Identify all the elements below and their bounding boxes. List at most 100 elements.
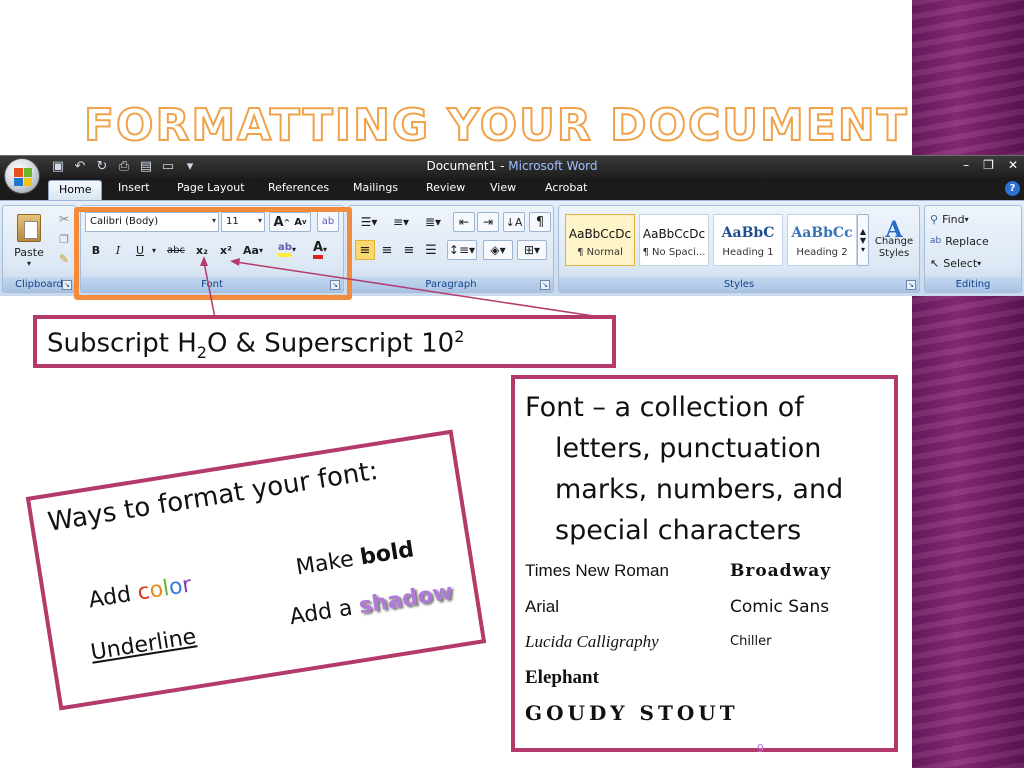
styles-group: AaBbCcDc ¶ Normal AaBbCcDc ¶ No Spaci...…: [558, 205, 920, 293]
sample-lucida-calligraphy: Lucida Calligraphy: [525, 632, 659, 651]
scroll-down-icon: ▼: [859, 235, 867, 245]
style-no-spacing-name: ¶ No Spaci...: [642, 247, 706, 258]
style-no-spacing-sample: AaBbCcDc: [642, 227, 706, 241]
paragraph-group-label: Paragraph: [349, 277, 553, 292]
styles-label-text: Styles: [723, 279, 755, 290]
style-no-spacing[interactable]: AaBbCcDc ¶ No Spaci...: [639, 214, 709, 266]
close-button[interactable]: ✕: [1008, 158, 1018, 172]
add-label: Add: [86, 580, 140, 614]
change-case-label: Aa: [243, 243, 259, 257]
font-name-dropdown-icon: ▾: [211, 216, 216, 225]
align-center-icon[interactable]: ≡: [377, 240, 397, 260]
bullets-icon[interactable]: ☰▾: [355, 212, 383, 232]
make-label: Make: [294, 545, 363, 581]
tab-review[interactable]: Review: [426, 181, 465, 194]
subscript-button[interactable]: x₂: [191, 240, 213, 260]
tab-insert[interactable]: Insert: [118, 181, 150, 194]
align-left-icon[interactable]: ≡: [355, 240, 375, 260]
style-heading-2[interactable]: AaBbCc Heading 2: [787, 214, 857, 266]
change-styles-button[interactable]: A Change Styles: [871, 210, 917, 274]
window-controls: – ❐ ✕: [963, 158, 1018, 172]
cut-icon[interactable]: ✂: [55, 210, 73, 228]
font-name-select[interactable]: Calibri (Body) ▾: [85, 212, 219, 232]
definition-line-2: letters, punctuation: [555, 433, 822, 464]
paste-button[interactable]: Paste ▾: [7, 210, 51, 272]
editing-label-text: Editing: [955, 279, 991, 290]
replace-button[interactable]: ab Replace: [929, 232, 990, 250]
font-color-button[interactable]: A ▾: [305, 238, 335, 260]
bold-button[interactable]: B: [87, 240, 105, 260]
font-group: Calibri (Body) ▾ 11 ▾ A ^ Av ab B I U ▾ a…: [80, 205, 344, 293]
font-launcher-icon[interactable]: ↘: [330, 280, 340, 290]
font-color-icon: A: [312, 240, 324, 259]
more-styles-icon: ▾: [860, 244, 865, 254]
underline-button[interactable]: U: [131, 240, 149, 260]
grow-font-caret-icon: ^: [283, 217, 291, 227]
select-button[interactable]: ↖ Select ▾: [929, 254, 982, 272]
paragraph-launcher-icon[interactable]: ↘: [540, 280, 550, 290]
tab-mailings[interactable]: Mailings: [353, 181, 398, 194]
styles-launcher-icon[interactable]: ↘: [906, 280, 916, 290]
numbering-icon[interactable]: ≡▾: [387, 212, 415, 232]
tab-acrobat[interactable]: Acrobat: [545, 181, 587, 194]
sample-comic-sans: Comic Sans: [730, 597, 830, 617]
style-normal[interactable]: AaBbCcDc ¶ Normal: [565, 214, 635, 266]
italic-button[interactable]: I: [109, 240, 127, 260]
show-hide-pilcrow-icon[interactable]: ¶: [529, 212, 551, 232]
clipboard-launcher-icon[interactable]: ↘: [62, 280, 72, 290]
shading-icon[interactable]: ◈▾: [483, 240, 513, 260]
justify-icon[interactable]: ☰: [421, 240, 441, 260]
decorative-side-band: [912, 0, 1024, 768]
subscript-text-part1: Subscript H: [47, 328, 197, 359]
multilevel-list-icon[interactable]: ≣▾: [419, 212, 447, 232]
restore-button[interactable]: ❐: [983, 158, 994, 172]
subscript-superscript-callout: Subscript H2O & Superscript 102: [33, 315, 616, 368]
borders-icon[interactable]: ⊞▾: [517, 240, 547, 260]
find-dropdown-icon: ▾: [964, 214, 969, 224]
align-right-icon[interactable]: ≡: [399, 240, 419, 260]
replace-label: Replace: [945, 234, 989, 248]
sample-goudy-stout: GOUDY STOUT: [525, 701, 739, 725]
help-icon[interactable]: ?: [1005, 181, 1020, 196]
tab-home[interactable]: Home: [48, 180, 103, 200]
slide-number: 9: [757, 742, 764, 755]
superscript-button[interactable]: x²: [215, 240, 237, 260]
find-button[interactable]: ⚲ Find ▾: [929, 210, 970, 228]
shrink-font-button[interactable]: A: [294, 217, 302, 228]
format-painter-icon[interactable]: ✎: [55, 250, 73, 268]
tab-page-layout[interactable]: Page Layout: [177, 181, 245, 194]
highlighter-icon: ab: [278, 242, 292, 257]
strikethrough-button[interactable]: abc: [163, 240, 189, 260]
style-normal-sample: AaBbCcDc: [568, 227, 632, 241]
minimize-button[interactable]: –: [963, 158, 969, 172]
sample-times-new-roman: Times New Roman: [525, 561, 669, 580]
font-color-dropdown-icon: ▾: [323, 244, 328, 254]
copy-icon[interactable]: ❐: [55, 230, 73, 248]
office-button[interactable]: [4, 158, 40, 194]
increase-indent-icon[interactable]: ⇥: [477, 212, 499, 232]
style-heading-1[interactable]: AaBbC Heading 1: [713, 214, 783, 266]
decrease-indent-icon[interactable]: ⇤: [453, 212, 475, 232]
change-styles-label-2: Styles: [878, 248, 910, 259]
sort-icon[interactable]: ↓A: [503, 212, 525, 232]
line-spacing-icon[interactable]: ↕≡▾: [447, 240, 477, 260]
font-size-select[interactable]: 11 ▾: [221, 212, 265, 232]
tab-references[interactable]: References: [268, 181, 329, 194]
font-definition: Font – a collection of letters, punctuat…: [525, 387, 887, 551]
change-case-button[interactable]: Aa ▾: [239, 240, 267, 260]
select-label: Select: [943, 256, 978, 270]
clear-formatting-icon[interactable]: ab: [317, 210, 339, 232]
change-case-dropdown-icon: ▾: [258, 245, 263, 255]
paste-icon: [17, 214, 41, 242]
sample-chiller: Chiller: [730, 634, 772, 649]
title-separator: -: [496, 159, 509, 173]
highlight-color-button[interactable]: ab ▾: [273, 238, 301, 260]
tab-view[interactable]: View: [490, 181, 516, 194]
binoculars-icon: ⚲: [930, 212, 939, 226]
styles-scroll[interactable]: ▲ ▼ ▾: [857, 214, 869, 266]
underline-text: Underline: [89, 624, 198, 666]
word-window: ▣ ↶ ↻ ⎙ ▤ ▭ ▾ Document1 - Microsoft Word…: [0, 155, 1024, 296]
style-heading-1-name: Heading 1: [722, 247, 774, 258]
grow-font-button[interactable]: A: [273, 215, 283, 230]
underline-dropdown-icon[interactable]: ▾: [149, 240, 159, 260]
